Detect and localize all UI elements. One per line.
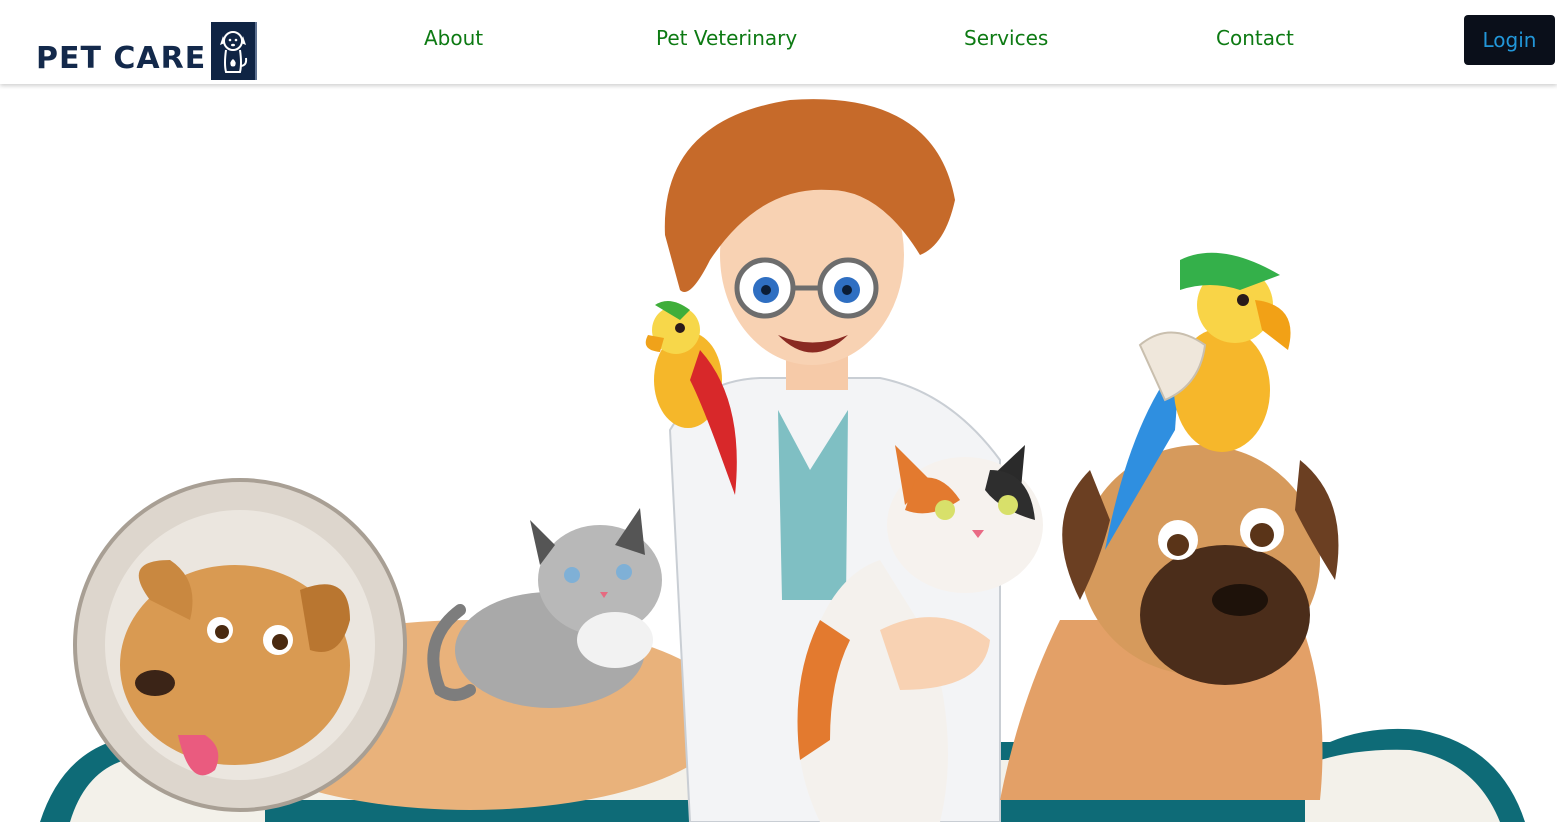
nav-about[interactable]: About [424, 26, 483, 50]
nav-services[interactable]: Services [964, 26, 1048, 50]
hero-section [0, 84, 1557, 822]
nav-pet-veterinary[interactable]: Pet Veterinary [656, 26, 797, 50]
brand-name: PET CARE [36, 41, 207, 76]
login-button[interactable]: Login [1464, 15, 1555, 65]
navbar: PET CARE About Pet Veterinary Services C… [0, 0, 1557, 84]
dog-cat-icon [211, 22, 258, 80]
brand-logo[interactable]: PET CARE [36, 22, 258, 80]
grey-cat-illustration [427, 508, 662, 708]
pug-dog-illustration [1000, 445, 1339, 800]
nav-contact[interactable]: Contact [1216, 26, 1294, 50]
hero-illustration [40, 99, 1525, 822]
